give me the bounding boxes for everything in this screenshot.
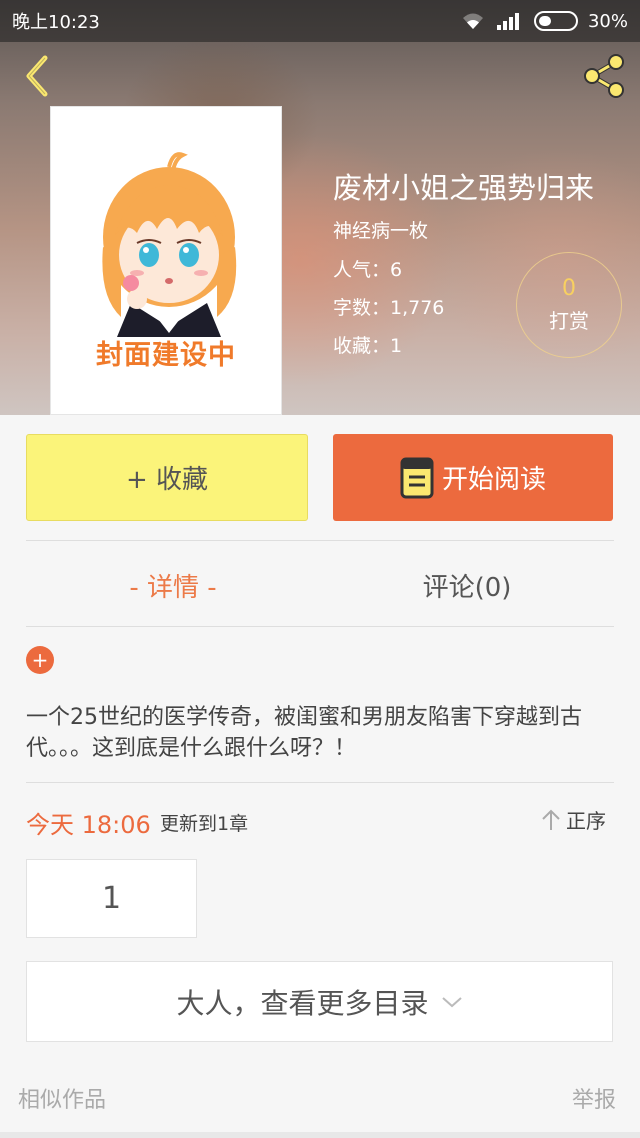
anime-girl-illustration bbox=[102, 152, 237, 337]
book-icon bbox=[400, 457, 434, 498]
cover-placeholder-label: 封面建设中 bbox=[96, 340, 236, 371]
bottom-strip bbox=[0, 1132, 640, 1138]
book-description: 一个25世纪的医学传奇，被闺蜜和男朋友陷害下穿越到古代。。。这到底是什么跟什么呀… bbox=[26, 705, 582, 761]
tab-comments[interactable]: 评论(0) bbox=[320, 545, 614, 625]
signal-icon bbox=[496, 13, 519, 30]
book-detail-screen: 晚上10:23 30% 封面建设中 废材小姐之强势归来 神经病一枚 人气：6 字… bbox=[0, 0, 640, 1138]
sort-order-label: 正序 bbox=[566, 809, 606, 833]
book-author[interactable]: 神经病一枚 bbox=[333, 216, 428, 243]
tip-count: 0 bbox=[562, 276, 576, 301]
status-time: 晚上10:23 bbox=[12, 12, 100, 33]
similar-works-link[interactable]: 相似作品 bbox=[18, 1082, 106, 1114]
back-button[interactable] bbox=[8, 48, 64, 104]
expand-plus-icon[interactable]: + bbox=[26, 646, 54, 674]
status-bar: 晚上10:23 30% bbox=[0, 0, 640, 42]
tip-label: 打赏 bbox=[549, 309, 589, 333]
tab-detail-label: - 详情 - bbox=[129, 572, 217, 603]
battery-level: 30% bbox=[587, 10, 628, 32]
more-catalog-button[interactable]: 大人，查看更多目录 bbox=[26, 961, 613, 1042]
book-popularity: 人气：6 bbox=[333, 259, 403, 281]
tip-button[interactable]: 0 打赏 bbox=[516, 252, 622, 358]
report-link[interactable]: 举报 bbox=[572, 1082, 616, 1114]
update-time: 今天 18:06 bbox=[26, 811, 151, 839]
book-favorites: 收藏：1 bbox=[333, 335, 403, 357]
chapter-number: 1 bbox=[101, 881, 122, 916]
book-header: 晚上10:23 30% 封面建设中 废材小姐之强势归来 神经病一枚 人气：6 字… bbox=[0, 0, 640, 415]
book-cover[interactable]: 封面建设中 bbox=[50, 106, 282, 415]
share-button[interactable] bbox=[576, 48, 632, 104]
book-word-count: 字数：1,776 bbox=[333, 297, 445, 319]
book-title: 废材小姐之强势归来 bbox=[333, 171, 595, 205]
tab-detail[interactable]: - 详情 - bbox=[26, 545, 320, 625]
back-arrow-icon bbox=[26, 55, 48, 97]
up-arrow-icon bbox=[542, 809, 560, 830]
tab-comments-label: 评论(0) bbox=[422, 572, 512, 603]
divider bbox=[26, 540, 614, 541]
battery-icon bbox=[533, 11, 578, 31]
start-reading-label: 开始阅读 bbox=[441, 465, 546, 495]
status-icons: 30% bbox=[460, 11, 628, 32]
chapter-item[interactable]: 1 bbox=[26, 859, 197, 938]
chevron-down-icon bbox=[441, 996, 462, 1007]
share-icon bbox=[584, 54, 624, 98]
divider bbox=[26, 626, 614, 627]
divider bbox=[26, 782, 614, 783]
wifi-icon bbox=[462, 13, 483, 29]
update-text: 更新到1章 bbox=[160, 813, 249, 835]
sort-order-button[interactable]: 正序 bbox=[540, 805, 606, 834]
collect-button[interactable]: + 收藏 bbox=[26, 434, 308, 521]
collect-button-label: + 收藏 bbox=[125, 465, 209, 495]
start-reading-button[interactable]: 开始阅读 bbox=[333, 434, 613, 521]
more-catalog-label: 大人，查看更多目录 bbox=[176, 986, 429, 1020]
